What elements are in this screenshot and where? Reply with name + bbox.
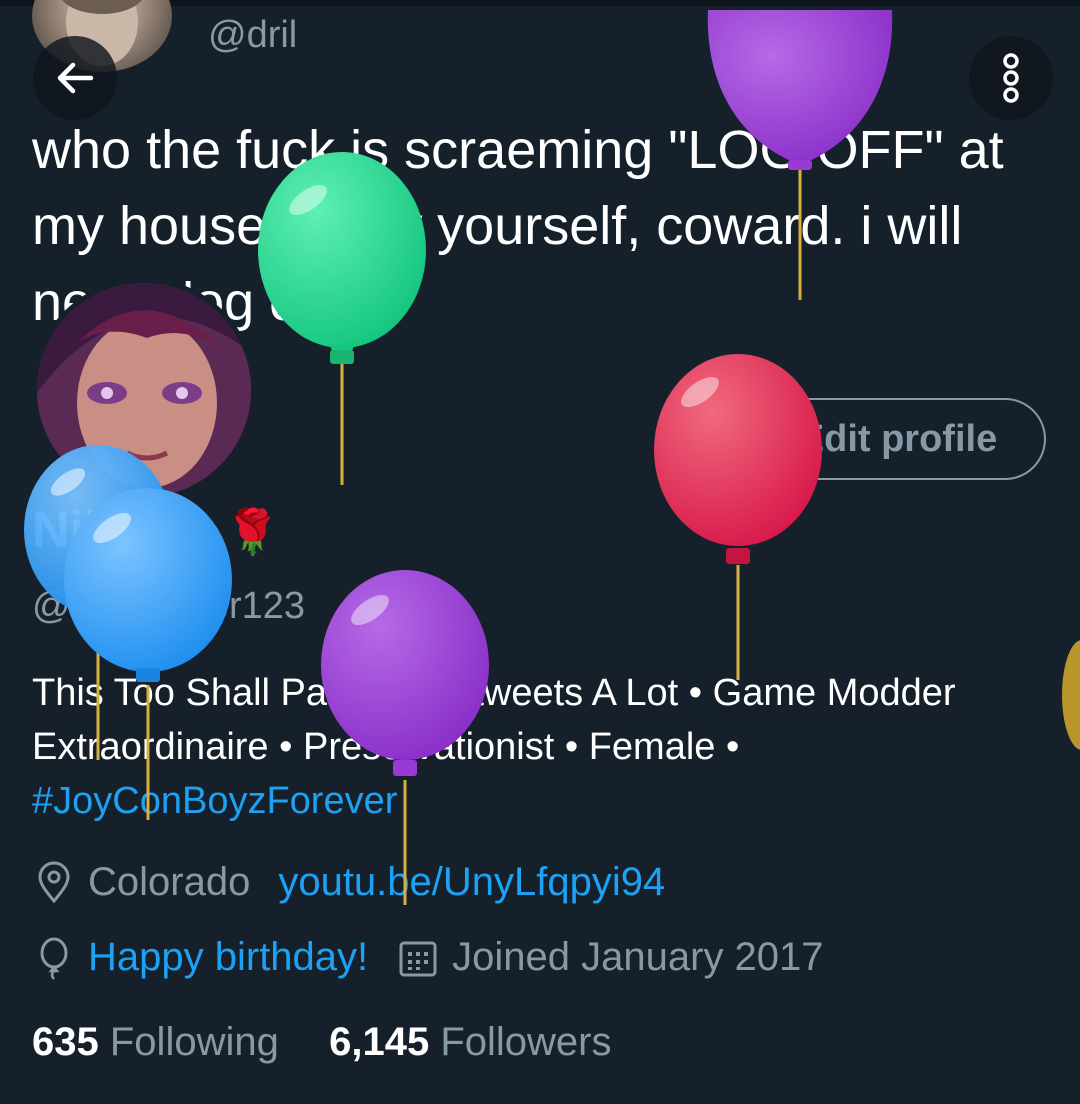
birthday-joined-row: Happy birthday! Joined January 2017 [32,935,824,980]
header-handle: @dril [208,14,298,56]
profile-bio: This Too Shall Pass • (Re)tweets A Lot •… [32,666,1032,828]
arrow-left-icon [57,62,94,94]
followers-link[interactable]: 6,145 Followers [329,1020,611,1064]
more-options-button[interactable] [969,36,1053,120]
trademark-mark: TM [156,503,197,535]
following-link[interactable]: 635 Following [32,1020,290,1064]
calendar-icon [399,941,437,976]
followers-label: Followers [440,1020,612,1064]
rose-emoji: 🌹 [225,508,280,557]
balloon-icon [40,937,68,980]
profile-website-link[interactable]: youtu.be/UnyLfqpyi94 [278,860,665,905]
display-name-text: Nikki [32,501,157,559]
more-vertical-icon [1003,53,1019,103]
profile-handle: @NWPlayer123 [32,585,305,627]
profile-location: Colorado [88,860,251,904]
location-website-row: Colorado youtu.be/UnyLfqpyi94 [32,860,665,905]
followers-count: 6,145 [329,1020,430,1064]
back-button[interactable] [33,36,117,120]
following-count: 635 [32,1020,99,1064]
joined-date: Joined January 2017 [452,935,824,979]
following-label: Following [109,1020,279,1064]
follow-stats: 635 Following 6,145 Followers [32,1020,611,1065]
location-pin-icon [38,861,70,903]
side-balloon-edge [1062,640,1080,750]
bio-hashtag-link[interactable]: #JoyConBoyzForever [32,780,397,822]
profile-avatar[interactable] [32,278,256,502]
birthday-text[interactable]: Happy birthday! [88,935,368,980]
bio-text: This Too Shall Pass • (Re)tweets A Lot •… [32,672,956,768]
edit-profile-button[interactable]: Edit profile [750,398,1046,480]
profile-display-name: NikkiTM 🌹 [32,500,280,560]
